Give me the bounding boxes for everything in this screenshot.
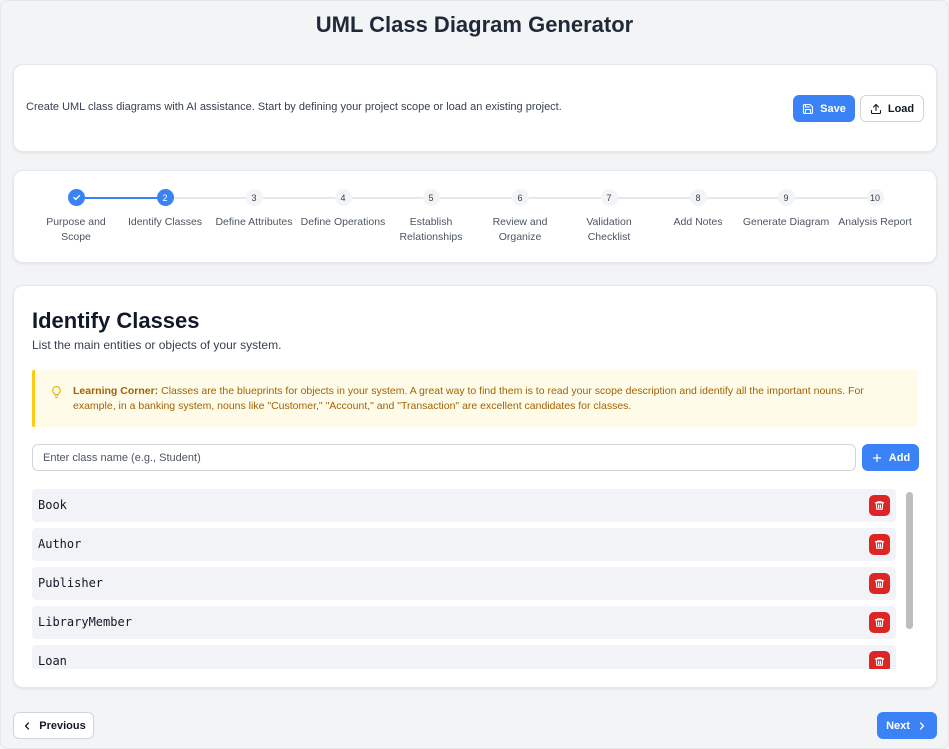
step-6-number: 6 [511, 189, 529, 206]
step-8[interactable]: 8 Add Notes [653, 189, 743, 230]
scrollbar-thumb[interactable] [906, 492, 913, 629]
step-4[interactable]: 4 Define Operations [298, 189, 388, 230]
trash-icon [874, 657, 885, 666]
delete-class-button[interactable] [869, 495, 890, 516]
class-list-scrollbar[interactable] [904, 489, 916, 669]
step-9[interactable]: 9 Generate Diagram [741, 189, 831, 230]
class-name: Loan [38, 654, 67, 668]
step-9-number: 9 [777, 189, 795, 206]
class-row: Publisher [32, 567, 896, 600]
step-4-label: Define Operations [300, 216, 386, 228]
class-row: Author [32, 528, 896, 561]
add-class-button[interactable]: Add [862, 444, 919, 471]
chevron-right-icon [919, 721, 925, 730]
step-2[interactable]: 2 Identify Classes [120, 189, 210, 230]
next-label: Next [886, 719, 910, 732]
trash-icon [874, 540, 885, 549]
floppy-disk-icon [803, 103, 814, 114]
delete-class-button[interactable] [869, 612, 890, 633]
app-title: UML Class Diagram Generator [315, 12, 634, 37]
step-1[interactable]: Purpose and Scope [31, 189, 121, 245]
page-subtitle: List the main entities or objects of you… [32, 338, 282, 352]
lightbulb-icon [52, 386, 61, 398]
delete-class-button[interactable] [869, 534, 890, 555]
add-label: Add [888, 451, 911, 464]
step-9-label: Generate Diagram [742, 216, 830, 228]
stepper: Purpose and Scope 2 Identify Classes 3 D… [13, 170, 937, 263]
upload-icon [870, 103, 881, 114]
step-4-number: 4 [334, 189, 352, 206]
step-3-label: Define Attributes [215, 216, 293, 228]
class-row: LibraryMember [32, 606, 896, 639]
chevron-left-icon [25, 721, 30, 730]
intro-text: Create UML class diagrams with AI assist… [26, 101, 562, 113]
class-row: Book [32, 489, 896, 522]
step-7-label: Validation Checklist [586, 216, 632, 243]
save-label: Save [820, 102, 846, 115]
check-icon [72, 194, 80, 201]
step-10[interactable]: 10 Analysis Report [830, 189, 920, 230]
previous-button[interactable]: Previous [13, 712, 94, 739]
previous-label: Previous [39, 719, 86, 732]
delete-class-button[interactable] [869, 651, 890, 669]
tip-text: Learning Corner: Classes are the bluepri… [73, 384, 904, 414]
step-5-number: 5 [422, 189, 440, 206]
plus-icon [872, 453, 881, 462]
step-1-label: Purpose and Scope [46, 216, 106, 243]
step-8-label: Add Notes [673, 216, 723, 228]
step-5[interactable]: 5 Establish Relationships [386, 189, 476, 245]
tip-body: Classes are the blueprints for objects i… [73, 385, 864, 412]
save-button[interactable]: Save [793, 95, 855, 122]
class-name: LibraryMember [38, 615, 132, 629]
next-button[interactable]: Next [877, 712, 937, 739]
class-name-input[interactable] [32, 444, 856, 471]
step-5-label: Establish Relationships [399, 216, 463, 243]
load-button[interactable]: Load [860, 95, 924, 122]
tip-heading: Learning Corner: [73, 385, 159, 397]
trash-icon [874, 579, 885, 588]
step-8-number: 8 [689, 189, 707, 206]
step-6-label: Review and Organize [492, 216, 548, 243]
learning-corner-tip: Learning Corner: Classes are the bluepri… [32, 370, 918, 427]
load-label: Load [887, 102, 915, 115]
class-name: Book [38, 498, 67, 512]
step-7[interactable]: 7 Validation Checklist [564, 189, 654, 245]
step-3[interactable]: 3 Define Attributes [209, 189, 299, 230]
class-name: Author [38, 537, 82, 551]
identify-classes-card: Identify Classes List the main entities … [13, 285, 937, 688]
class-list[interactable]: Book Author Publisher LibraryMember Loan [32, 489, 918, 669]
step-7-number: 7 [600, 189, 618, 206]
intro-card: Create UML class diagrams with AI assist… [13, 64, 937, 152]
step-6[interactable]: 6 Review and Organize [475, 189, 565, 245]
step-10-number: 10 [866, 189, 884, 206]
class-name: Publisher [38, 576, 104, 590]
step-2-label: Identify Classes [127, 216, 203, 228]
step-10-label: Analysis Report [838, 216, 912, 228]
trash-icon [874, 501, 885, 510]
step-3-number: 3 [245, 189, 263, 206]
page-title: Identify Classes [32, 308, 200, 333]
step-2-number: 2 [156, 189, 174, 206]
step-1-dot [67, 189, 85, 206]
trash-icon [874, 618, 885, 627]
class-row: Loan [32, 645, 896, 669]
delete-class-button[interactable] [869, 573, 890, 594]
